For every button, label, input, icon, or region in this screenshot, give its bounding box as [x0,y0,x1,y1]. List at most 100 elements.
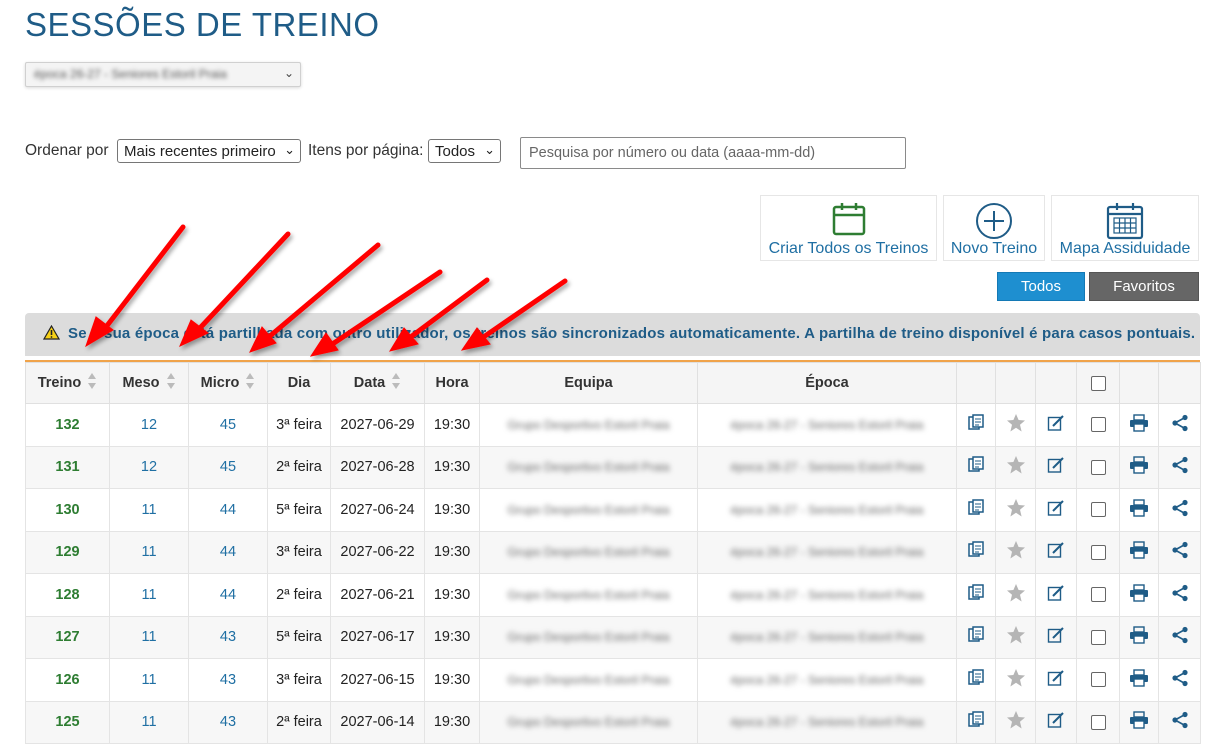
cell-meso[interactable]: 11 [109,700,189,744]
copy-icon[interactable] [967,711,985,733]
cell-treino[interactable]: 127 [25,615,110,659]
edit-icon[interactable] [1047,457,1065,478]
sort-icon[interactable] [166,372,176,394]
star-icon[interactable] [1006,413,1026,437]
cell-meso[interactable]: 11 [109,488,189,532]
row-checkbox[interactable] [1090,672,1106,688]
cell-share [1158,658,1201,702]
print-icon[interactable] [1129,456,1149,478]
sort-icon[interactable] [87,372,97,394]
copy-icon[interactable] [967,541,985,563]
table-row: 132 12 45 3ª feira 2027-06-29 19:30 Grupo Desp… [25,403,1201,447]
print-icon[interactable] [1129,499,1149,521]
season-select[interactable]: época 26-27 - Seniores Estoril Praia ⌄ [25,62,301,87]
share-icon[interactable] [1171,499,1189,521]
cell-micro[interactable]: 43 [188,658,268,702]
print-icon[interactable] [1129,414,1149,436]
cell-treino[interactable]: 132 [25,403,110,447]
cell-micro[interactable]: 45 [188,445,268,489]
new-training-button[interactable]: Novo Treino [943,195,1045,261]
cell-meso[interactable]: 11 [109,573,189,617]
share-icon[interactable] [1171,542,1189,563]
edit-icon[interactable] [1047,712,1065,733]
column-header-data[interactable]: Data [330,362,425,404]
row-checkbox[interactable] [1090,544,1106,560]
row-checkbox[interactable] [1090,502,1106,518]
cell-treino[interactable]: 125 [25,700,110,744]
share-icon[interactable] [1171,457,1189,478]
share-icon[interactable] [1171,627,1189,648]
copy-icon[interactable] [967,414,985,436]
row-checkbox[interactable] [1090,459,1106,475]
cell-epoca: época 26-27 - Seniores Estoril Praia [697,573,957,617]
cell-meso[interactable]: 11 [109,615,189,659]
cell-treino[interactable]: 126 [25,658,110,702]
cell-micro[interactable]: 45 [188,403,268,447]
cell-meso[interactable]: 12 [109,403,189,447]
row-checkbox[interactable] [1090,587,1106,603]
cell-meso[interactable]: 11 [109,658,189,702]
edit-icon[interactable] [1047,542,1065,563]
search-input[interactable]: Pesquisa por número ou data (aaaa-mm-dd) [520,137,906,169]
row-checkbox[interactable] [1090,714,1106,730]
items-per-page-select[interactable]: Todos ⌄ [428,139,501,163]
column-header-treino[interactable]: Treino [25,362,110,404]
share-icon[interactable] [1171,414,1189,436]
print-icon[interactable] [1129,584,1149,606]
cell-micro[interactable]: 44 [188,573,268,617]
column-header-edit [1035,362,1077,404]
print-icon[interactable] [1129,541,1149,563]
tab-all[interactable]: Todos [997,272,1085,301]
attendance-map-button[interactable]: Mapa Assiduidade [1051,195,1199,261]
edit-icon[interactable] [1047,627,1065,648]
print-icon[interactable] [1129,711,1149,733]
star-icon[interactable] [1006,456,1026,479]
edit-icon[interactable] [1047,670,1065,691]
cell-treino[interactable]: 129 [25,530,110,574]
cell-meso[interactable]: 11 [109,530,189,574]
edit-icon[interactable] [1047,585,1065,606]
cell-micro[interactable]: 44 [188,488,268,532]
select-all-checkbox[interactable] [1090,375,1106,391]
cell-micro[interactable]: 43 [188,700,268,744]
share-icon[interactable] [1171,712,1189,733]
sort-icon[interactable] [391,372,401,394]
cell-micro[interactable]: 44 [188,530,268,574]
copy-icon[interactable] [967,584,985,606]
cell-select [1076,530,1120,574]
cell-dia: 5ª feira [267,615,331,659]
print-icon[interactable] [1129,669,1149,691]
column-header-select-all[interactable] [1076,362,1120,404]
copy-icon[interactable] [967,499,985,521]
cell-treino[interactable]: 128 [25,573,110,617]
copy-icon[interactable] [967,669,985,691]
copy-icon[interactable] [967,626,985,648]
column-header-meso[interactable]: Meso [109,362,189,404]
cell-equipa: Grupo Desportivo Estoril Praia [479,700,698,744]
cell-meso[interactable]: 12 [109,445,189,489]
cell-micro[interactable]: 43 [188,615,268,659]
cell-treino[interactable]: 130 [25,488,110,532]
share-icon[interactable] [1171,669,1189,691]
cell-edit [1035,615,1077,659]
row-checkbox[interactable] [1090,629,1106,645]
tab-favorites[interactable]: Favoritos [1089,272,1199,301]
star-icon[interactable] [1006,668,1026,692]
star-icon[interactable] [1006,498,1026,522]
column-header-micro[interactable]: Micro [188,362,268,404]
create-all-trainings-button[interactable]: Criar Todos os Treinos [760,195,937,261]
edit-icon[interactable] [1047,415,1065,436]
row-checkbox[interactable] [1090,417,1106,433]
sort-icon[interactable] [245,372,255,394]
order-select[interactable]: Mais recentes primeiro ⌄ [117,139,301,163]
cell-treino[interactable]: 131 [25,445,110,489]
edit-icon[interactable] [1047,500,1065,521]
star-icon[interactable] [1006,626,1026,649]
share-icon[interactable] [1171,584,1189,606]
star-icon[interactable] [1006,711,1026,734]
star-icon[interactable] [1006,541,1026,564]
copy-icon[interactable] [967,456,985,478]
cell-print [1119,445,1159,489]
star-icon[interactable] [1006,583,1026,607]
print-icon[interactable] [1129,626,1149,648]
